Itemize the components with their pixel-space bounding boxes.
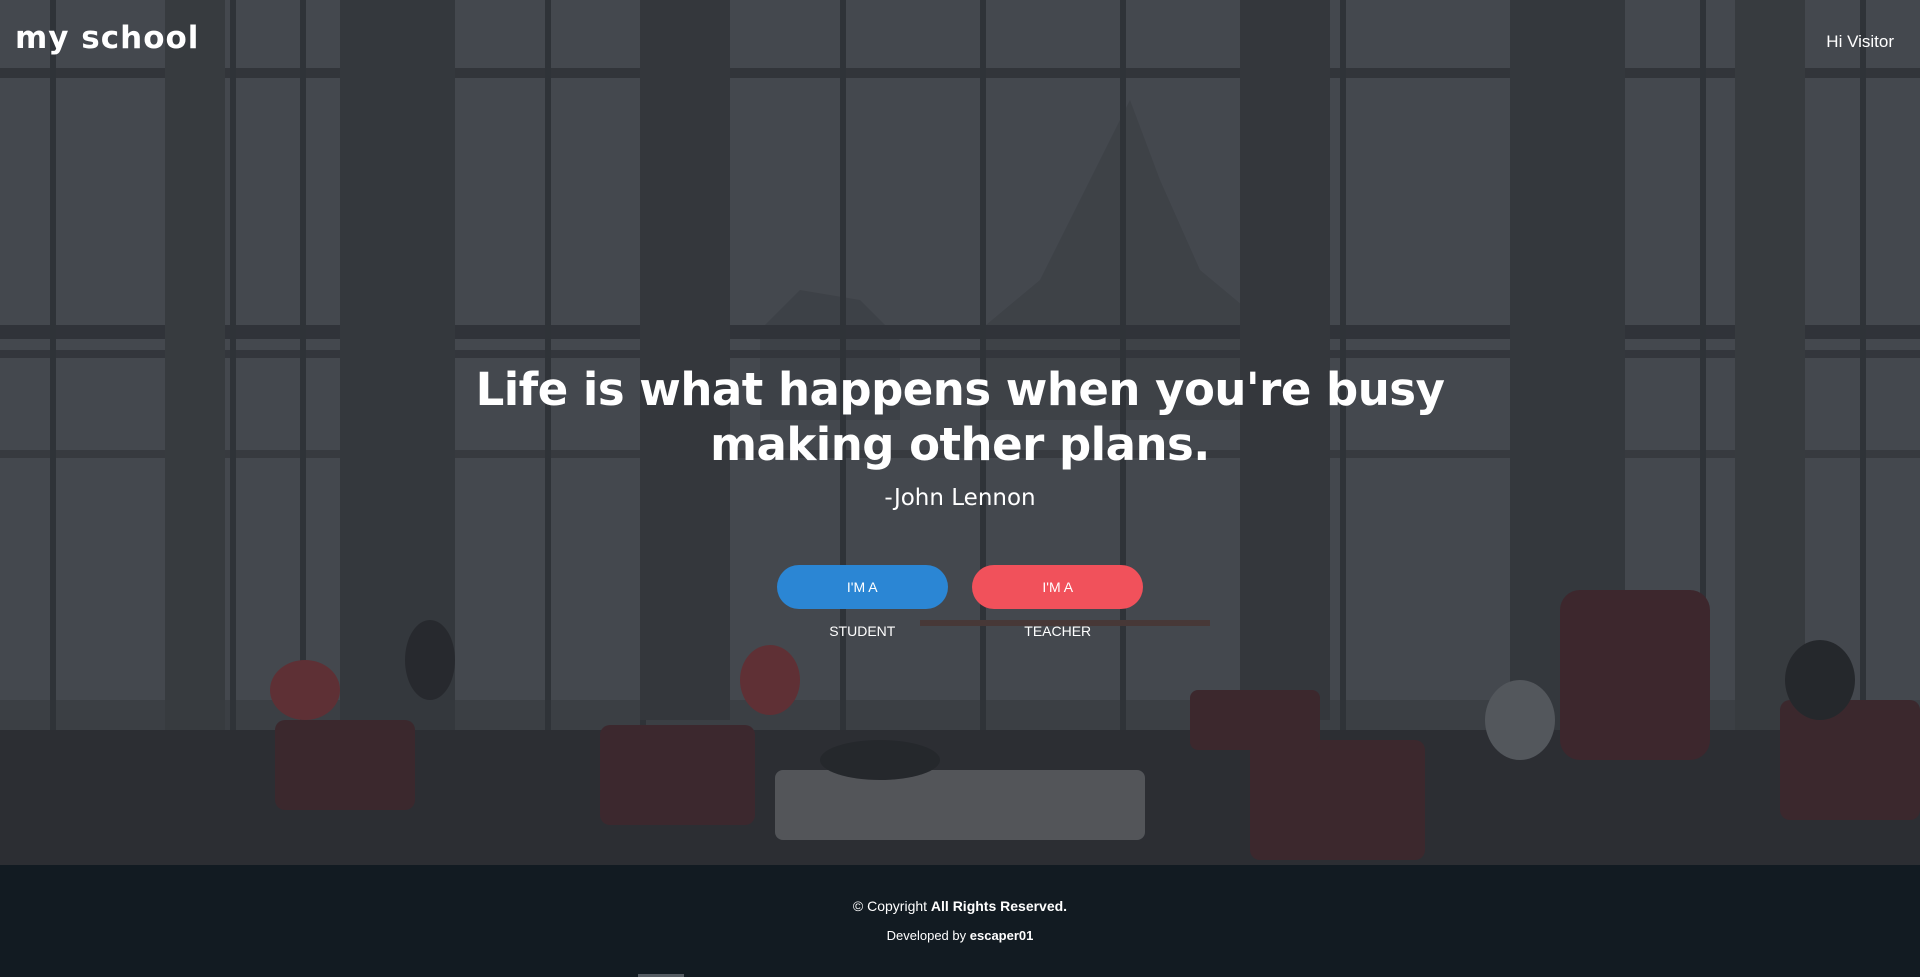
developer-line: Developed by escaper01	[0, 928, 1920, 943]
quote-text: Life is what happens when you're busy ma…	[475, 363, 1445, 471]
developer-name: escaper01	[969, 928, 1034, 943]
footer: © Copyright All Rights Reserved. Develop…	[0, 865, 1920, 977]
role-buttons: I'M A STUDENT I'M A TEACHER	[0, 565, 1920, 641]
user-greeting[interactable]: Hi Visitor	[1826, 32, 1894, 52]
site-logo[interactable]: my school	[15, 20, 199, 56]
teacher-button[interactable]: I'M A TEACHER	[972, 565, 1144, 639]
hero-section: my school Hi Visitor Life is what happen…	[0, 0, 1920, 865]
copyright-rights: All Rights Reserved.	[930, 898, 1068, 914]
quote-block: Life is what happens when you're busy ma…	[0, 362, 1920, 511]
quote-author: -John Lennon	[884, 485, 1036, 511]
copyright-prefix: © Copyright	[852, 898, 928, 914]
developed-prefix: Developed by	[886, 928, 967, 943]
copyright-line: © Copyright All Rights Reserved.	[0, 898, 1920, 914]
student-button[interactable]: I'M A STUDENT	[776, 565, 948, 639]
